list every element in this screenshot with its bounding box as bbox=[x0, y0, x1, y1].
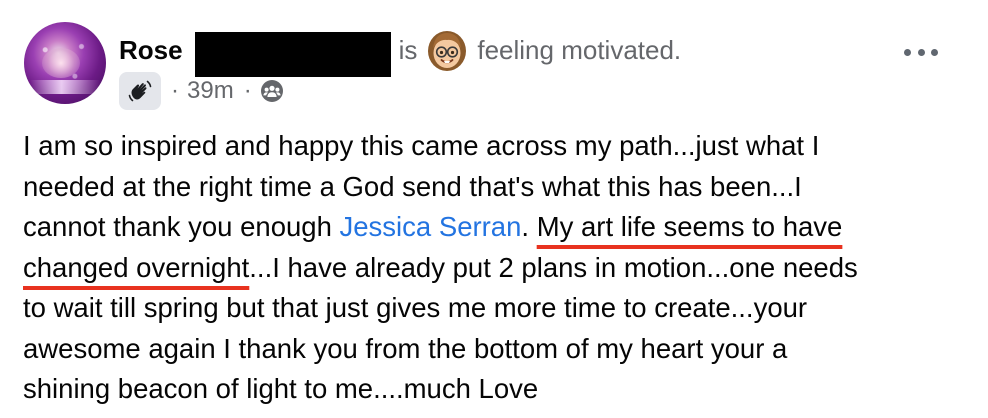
waving-hand-icon bbox=[128, 80, 152, 102]
post-text-line: changed overnight...I have already put 2… bbox=[23, 248, 969, 289]
is-label: is bbox=[398, 34, 418, 65]
post-text-line: shining beacon of light to me....much Lo… bbox=[23, 369, 969, 410]
post-meta: · 39m · bbox=[119, 72, 284, 110]
post-text-segment: ...I have already put 2 plans in motion.… bbox=[249, 251, 858, 283]
highlighted-text: changed overnight bbox=[23, 251, 250, 283]
post-header: Rose is feeling motivated. bbox=[119, 30, 682, 77]
avatar-sparkles bbox=[32, 30, 98, 96]
more-horizontal-icon-dot bbox=[904, 48, 911, 56]
post-text-segment: awesome again I thank you from the botto… bbox=[23, 332, 788, 364]
post-text-segment: . bbox=[521, 211, 537, 242]
highlighted-text: My art life seems to have bbox=[536, 211, 843, 242]
post-text-line: awesome again I thank you from the botto… bbox=[23, 329, 969, 370]
mention-link[interactable]: Jessica Serran bbox=[340, 211, 522, 242]
post-text-segment: cannot thank you enough bbox=[23, 211, 340, 242]
post-text-segment: to wait till spring but that just gives … bbox=[23, 292, 808, 323]
more-horizontal-icon-dot bbox=[931, 48, 938, 56]
community-badge[interactable] bbox=[119, 72, 161, 110]
post-text-line: I am so inspired and happy this came acr… bbox=[23, 126, 969, 167]
author-avatar[interactable] bbox=[24, 22, 106, 104]
author-name[interactable]: Rose bbox=[119, 35, 183, 66]
meta-separator: · bbox=[243, 77, 252, 104]
post-text-segment: I am so inspired and happy this came acr… bbox=[23, 130, 820, 161]
post-text-line: cannot thank you enough Jessica Serran. … bbox=[23, 207, 969, 248]
post-text-line: to wait till spring but that just gives … bbox=[23, 288, 969, 329]
post-text-segment: needed at the right time a God send that… bbox=[23, 170, 802, 202]
post-text-segment: shining beacon of light to me....much Lo… bbox=[23, 373, 539, 404]
redacted-surname bbox=[194, 31, 391, 77]
feeling-label: feeling motivated. bbox=[477, 34, 682, 65]
post-text: I am so inspired and happy this came acr… bbox=[23, 126, 969, 410]
group-audience-icon[interactable] bbox=[260, 79, 284, 103]
meta-separator: · bbox=[171, 77, 179, 104]
post-text-line: needed at the right time a God send that… bbox=[23, 167, 969, 208]
more-options-button[interactable] bbox=[904, 40, 938, 64]
nerd-face-emoji-icon bbox=[428, 31, 467, 71]
more-horizontal-icon-dot bbox=[917, 48, 925, 56]
post-timestamp[interactable]: 39m bbox=[187, 77, 234, 105]
